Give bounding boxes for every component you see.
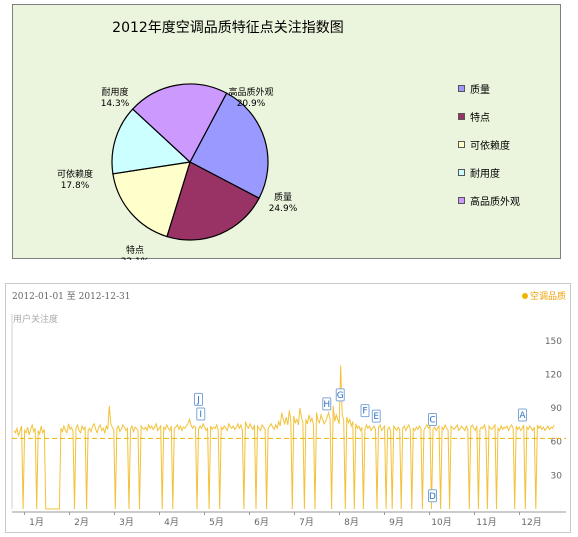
x-tick-label-9: 9月 [389, 517, 404, 528]
y-tick-label-2: 60 [551, 438, 563, 448]
legend-label: 可依赖度 [470, 140, 510, 152]
legend-label: 质量 [470, 84, 490, 96]
legend-label: 特点 [470, 112, 490, 124]
series-line[interactable] [13, 365, 555, 510]
x-tick-label-4: 4月 [164, 517, 179, 528]
legend-label: 高品质外观 [470, 196, 520, 208]
pie-slice-label-4: 耐用度 [101, 86, 128, 98]
x-tick-label-8: 8月 [344, 517, 359, 528]
line-chart-plot: 30 60 90 120 150 1月 2月 3月 4月 5月 6月 7月 8月 9月 10月 11月 12月 J… [11, 314, 566, 528]
x-tick-label-10: 10月 [431, 517, 451, 528]
legend-swatch [458, 196, 465, 204]
pie-slice-label-5: 高品质外观 [228, 86, 273, 98]
event-marker-J[interactable]: J [194, 392, 203, 406]
pie-slice-label-2: 特点 [126, 244, 144, 256]
event-marker-E[interactable]: E [371, 409, 381, 423]
event-marker-F[interactable]: F [360, 404, 370, 418]
pie-slice-value-2: 22.1% [121, 257, 150, 260]
legend-swatch [458, 112, 465, 120]
x-tick-label-6: 6月 [254, 517, 269, 528]
legend-item-3[interactable]: 可依赖度 [458, 137, 520, 152]
y-tick-label-5: 150 [545, 337, 562, 347]
pie-chart-panel: 2012年度空调品质特征点关注指数图 质量24.9%特点22.1%可依赖度17.… [12, 4, 561, 260]
svg-text:I: I [199, 410, 202, 420]
x-tick-label-5: 5月 [209, 517, 224, 528]
legend-item-2[interactable]: 特点 [458, 109, 520, 124]
event-marker-I[interactable]: I [196, 407, 206, 421]
y-tick-label-3: 90 [551, 404, 563, 414]
svg-text:J: J [196, 395, 200, 405]
legend-swatch [458, 168, 465, 176]
pie-slice-value-4: 14.3% [101, 99, 130, 109]
legend-swatch [458, 84, 465, 92]
y-tick-label-4: 120 [545, 370, 562, 380]
svg-text:F: F [362, 407, 367, 417]
svg-text:D: D [429, 492, 436, 502]
legend-item-4[interactable]: 耐用度 [458, 165, 520, 180]
event-marker-A[interactable]: A [518, 408, 527, 422]
pie-slice-label-3: 可依赖度 [57, 168, 93, 180]
x-tick-label-12: 12月 [521, 517, 541, 528]
event-marker-C[interactable]: C [428, 413, 437, 427]
line-chart-panel: 2012-01-01 至 2012-12-31 空调品质 用户关注度 30 60 9… [5, 283, 571, 533]
pie-slice-value-3: 17.8% [61, 181, 90, 191]
x-tick-label-11: 11月 [476, 517, 496, 528]
legend-item-1[interactable]: 质量 [458, 81, 520, 96]
svg-text:C: C [429, 416, 435, 426]
legend-item-5[interactable]: 高品质外观 [458, 193, 520, 208]
legend-label: 耐用度 [470, 168, 500, 180]
legend-swatch [458, 140, 465, 148]
svg-text:E: E [373, 412, 379, 422]
event-marker-D[interactable]: D [428, 489, 437, 503]
x-tick-label-1: 1月 [29, 517, 44, 528]
pie-slice-label-1: 质量 [274, 191, 292, 203]
svg-text:H: H [323, 400, 330, 410]
svg-text:G: G [337, 391, 344, 401]
x-tick-label-2: 2月 [74, 517, 89, 528]
event-marker-H[interactable]: H [322, 397, 332, 411]
y-tick-label-1: 30 [551, 471, 563, 481]
pie-slice-value-1: 24.9% [269, 204, 298, 214]
svg-text:A: A [519, 411, 526, 421]
x-tick-label-7: 7月 [299, 517, 314, 528]
event-marker-G[interactable]: G [335, 388, 345, 402]
pie-legend: 质量特点可依赖度耐用度高品质外观 [458, 81, 520, 221]
pie-slice-value-5: 20.9% [237, 99, 266, 109]
x-tick-label-3: 3月 [119, 517, 134, 528]
